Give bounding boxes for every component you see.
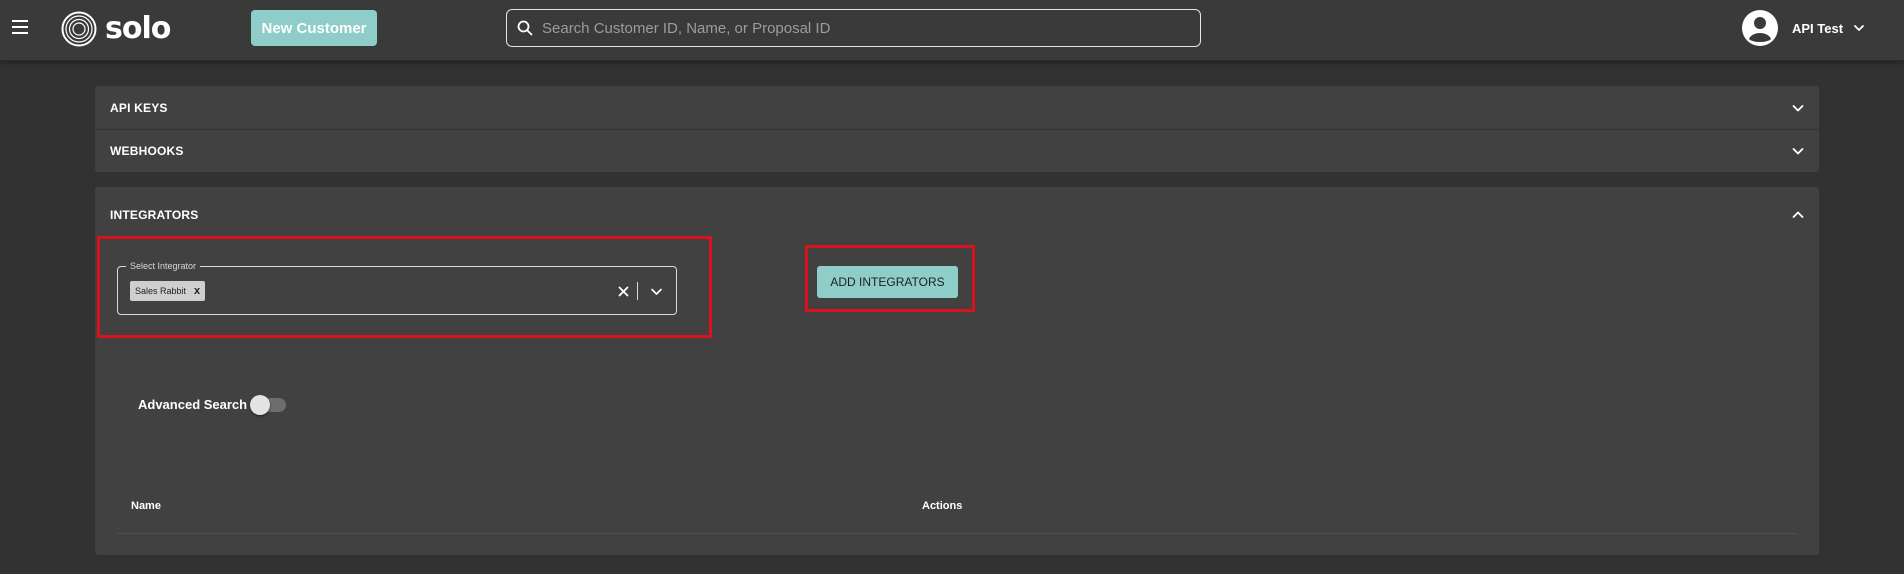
logo[interactable]: solo [61, 10, 171, 48]
user-menu[interactable]: API Test [1742, 10, 1865, 46]
select-integrator-field[interactable]: Select Integrator Sales Rabbit x [117, 260, 677, 315]
search-icon [517, 20, 533, 36]
solo-logo-icon [61, 11, 97, 47]
chip-label: Sales Rabbit [135, 286, 187, 296]
column-header-name: Name [131, 500, 161, 512]
webhooks-title: WEBHOOKS [110, 144, 184, 158]
chevron-down-icon [1792, 104, 1804, 111]
clear-selection-button[interactable] [612, 279, 634, 303]
integrators-title: INTEGRATORS [110, 208, 199, 222]
api-keys-title: API KEYS [110, 100, 168, 115]
column-header-actions: Actions [922, 500, 963, 512]
add-integrators-button[interactable]: ADD INTEGRATORS [817, 266, 958, 298]
close-icon [618, 286, 628, 296]
logo-text: solo [105, 11, 171, 46]
toggle-knob [250, 395, 270, 415]
advanced-search-toggle[interactable] [250, 395, 286, 415]
advanced-search-label: Advanced Search [138, 397, 248, 412]
api-keys-header[interactable]: API KEYS [95, 86, 1819, 129]
integrators-header[interactable]: INTEGRATORS [95, 187, 1819, 243]
settings-accordion: API KEYS WEBHOOKS [95, 86, 1819, 172]
selected-integrator-chip: Sales Rabbit x [130, 281, 206, 301]
webhooks-header[interactable]: WEBHOOKS [95, 130, 1819, 172]
new-customer-button[interactable]: New Customer [251, 10, 377, 46]
select-separator [637, 282, 638, 300]
hamburger-icon[interactable] [12, 20, 30, 36]
chevron-down-icon [1792, 148, 1804, 155]
account-circle-icon [1742, 10, 1778, 46]
select-dropdown-toggle[interactable] [645, 279, 667, 303]
chevron-down-icon [1854, 25, 1864, 31]
select-integrator-label: Select Integrator [126, 260, 201, 272]
top-bar: solo New Customer API Test [0, 0, 1904, 61]
user-name: API Test [1792, 20, 1844, 36]
chip-remove-button[interactable]: x [194, 285, 200, 297]
table-header-divider [117, 533, 1797, 534]
search-box[interactable] [506, 9, 1201, 47]
chevron-down-icon [650, 288, 662, 295]
chevron-up-icon [1792, 211, 1804, 218]
search-input[interactable] [542, 19, 1162, 37]
